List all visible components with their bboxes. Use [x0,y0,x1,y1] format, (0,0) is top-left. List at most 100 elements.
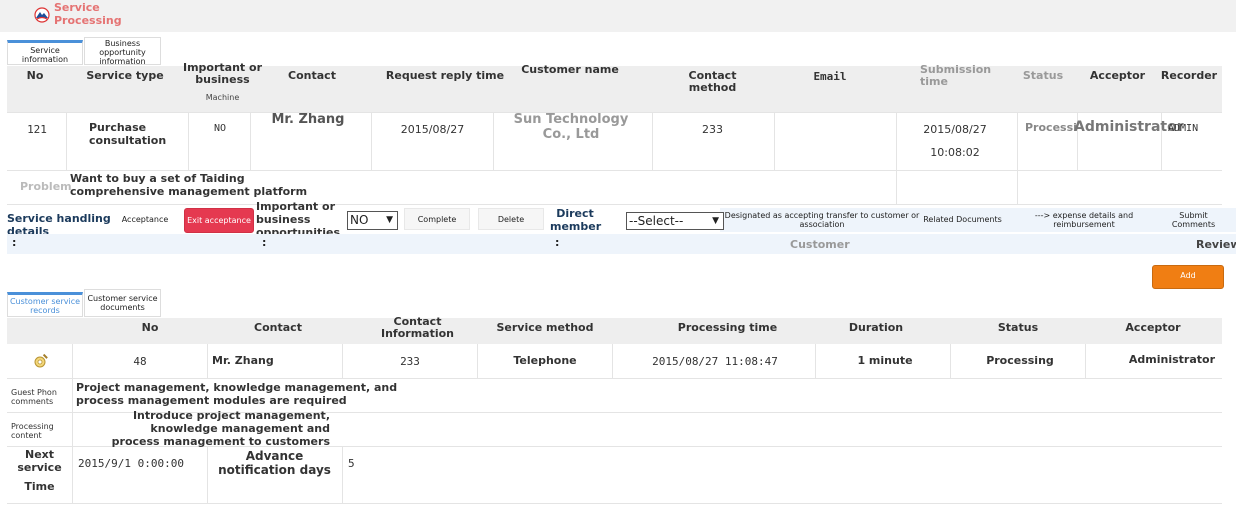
next-service-value: 2015/9/1 0:00:00 [78,457,184,470]
chevron-down-icon: ▼ [386,215,393,225]
tab-customer-service-documents[interactable]: Customer service documents [84,289,161,317]
tab-service-information[interactable]: Service information [7,40,83,65]
rcol-contact-information: Contact Information [381,315,454,340]
col-divider [493,112,494,170]
rcol-service-method: Service method [496,321,594,334]
direct-member-select[interactable]: --Select-- ▼ [626,212,724,230]
problem-label: Problem [20,180,72,193]
rcol-contact: Contact [254,321,302,334]
col-divider [815,344,816,378]
direct-member-select-value: --Select-- [629,214,684,228]
guest-comments-label: Guest Phon comments [11,388,57,406]
expense-details-button[interactable]: ---> expense details and reimbursement [1030,211,1138,229]
col-divider [950,344,951,378]
important-select[interactable]: NO ▼ [347,211,398,230]
exit-acceptance-button[interactable]: Exit acceptance [184,208,254,233]
delete-button[interactable]: Delete [478,208,544,230]
col-divider [477,344,478,378]
review-label: Review [1196,238,1236,251]
col-divider [774,112,775,170]
record-contact-info: 233 [400,355,420,368]
rcol-no: No [141,321,159,334]
request-reply-time: 2015/08/27 [400,123,465,136]
col-divider [1085,344,1086,378]
col-divider [72,344,73,503]
important-value: NO [213,123,227,134]
service-contact[interactable]: Mr. Zhang [268,112,348,127]
guest-comments-text: Project management, knowledge management… [76,381,398,407]
tab-customer-service-records[interactable]: Customer service records [7,292,83,317]
important-select-value: NO [350,213,369,227]
rcol-acceptor: Acceptor [1125,321,1181,334]
submission-date: 2015/08/27 [923,123,987,136]
chevron-down-icon: ▼ [712,216,719,226]
colon-label: : [12,236,17,249]
col-recorder: Recorder [1160,69,1218,82]
contact-method: 233 [702,123,723,136]
processing-content-label: Processing content [11,422,54,440]
add-button[interactable]: Add [1152,265,1224,289]
top-bar [0,0,1236,32]
advance-notification-value: 5 [348,457,355,470]
col-acceptor: Acceptor [1089,69,1146,82]
col-divider [342,344,343,378]
col-divider [652,112,653,170]
record-no: 48 [133,355,147,368]
problem-text: Want to buy a set of Taiding comprehensi… [70,172,308,198]
rcol-processing-time: Processing time [677,321,778,334]
col-request-reply-time: Request reply time [385,69,505,82]
edit-record-icon[interactable] [32,353,50,369]
col-divider [250,112,251,170]
tab-business-opportunity-information[interactable]: Business opportunity information [84,37,161,66]
col-divider [207,446,208,503]
next-service-time-label: Time [24,480,55,493]
rcol-status: Status [997,321,1039,334]
record-contact: Mr. Zhang [212,354,274,367]
record-acceptor: Administrator [1128,353,1215,366]
row-divider [7,378,1222,379]
col-contact-method: Contact method [688,69,737,94]
col-divider [896,112,897,204]
row-divider [7,503,1222,504]
col-important: Important or business [183,61,262,86]
submission-clock: 10:08:02 [930,146,980,159]
colon-label: : [262,236,267,249]
acceptance-button[interactable]: Acceptance [116,208,174,230]
col-divider [207,344,208,378]
col-status: Status [1022,69,1064,82]
service-acceptor: Administrator [1074,119,1184,135]
col-submission-time: Submission time [920,63,992,88]
customer-strip [7,234,1236,254]
col-divider [342,446,343,503]
row-divider [7,170,1222,171]
related-documents-button[interactable]: Related Documents [920,215,1005,224]
app-logo-icon [33,7,51,23]
rcol-duration: Duration [848,321,904,334]
record-duration: 1 minute [857,354,913,367]
colon-label: : [555,236,560,249]
service-no: 121 [27,123,47,136]
direct-member-label: Direct member [550,207,602,233]
record-service-method: Telephone [513,354,577,367]
col-contact: Contact [288,69,336,82]
record-processing-time: 2015/08/27 11:08:47 [652,355,778,368]
customer-label: Customer [790,238,850,251]
service-type: Purchase consultation [89,121,167,147]
customer-name[interactable]: Sun Technology Co., Ltd [500,112,642,142]
col-machine: Machine [205,93,240,102]
complete-button[interactable]: Complete [404,208,470,230]
col-no: No [26,69,44,82]
service-status: Processing [1025,121,1077,134]
submit-comments-button[interactable]: Submit Comments [1165,211,1222,229]
row-divider [7,204,1222,205]
col-divider [66,112,67,170]
col-divider [371,112,372,170]
col-divider [188,112,189,170]
advance-notification-label: Advance notification days [218,449,331,477]
record-status: Processing [986,354,1054,367]
app-title: Service Processing [54,1,122,27]
col-divider [1017,112,1018,204]
designated-transfer-button[interactable]: Designated as accepting transfer to cust… [724,211,920,229]
col-service-type: Service type [86,69,164,82]
next-service-label: Next service [17,448,62,474]
